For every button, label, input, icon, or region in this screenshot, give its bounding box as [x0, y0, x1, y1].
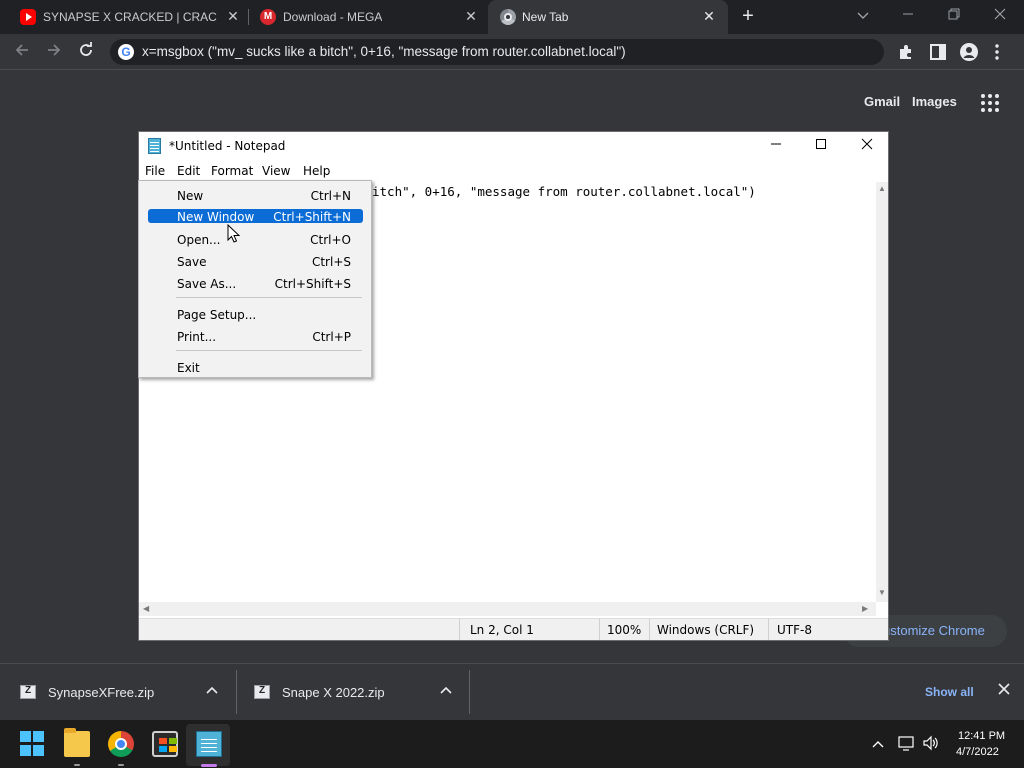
status-separator [649, 619, 650, 640]
zip-file-icon [254, 685, 270, 699]
menu-edit[interactable]: Edit [177, 164, 200, 178]
address-text[interactable]: x=msgbox ("mv_ sucks like a bitch", 0+16… [142, 44, 626, 59]
scroll-down-icon[interactable]: ▼ [878, 588, 886, 597]
forward-icon[interactable] [42, 40, 66, 64]
menu-file[interactable]: File [145, 164, 165, 178]
download-shelf: SynapseXFree.zip Snape X 2022.zip Show a… [0, 663, 1024, 720]
browser-tab-new-tab[interactable]: New Tab ✕ [488, 0, 728, 34]
download-item[interactable]: SynapseXFree.zip [0, 664, 236, 720]
download-separator [469, 670, 470, 714]
youtube-icon [20, 9, 36, 25]
notepad-status-bar: Ln 2, Col 1 100% Windows (CRLF) UTF-8 [139, 618, 888, 640]
menu-help[interactable]: Help [303, 164, 330, 178]
download-filename: Snape X 2022.zip [282, 685, 385, 700]
status-separator [459, 619, 460, 640]
windows-start-icon[interactable] [20, 731, 46, 757]
file-explorer-icon[interactable] [64, 728, 90, 757]
show-all-downloads-link[interactable]: Show all [925, 685, 974, 699]
tab-close-icon[interactable]: ✕ [226, 9, 240, 23]
menu-view[interactable]: View [262, 164, 290, 178]
file-menu-dropdown: New Ctrl+N New Window Ctrl+Shift+N Open.… [138, 180, 372, 378]
menu-separator [176, 297, 362, 298]
tab-title: Download - MEGA [283, 10, 383, 24]
notepad-taskbar-icon[interactable] [196, 731, 222, 757]
menu-format[interactable]: Format [211, 164, 253, 178]
more-menu-icon[interactable] [994, 43, 1012, 61]
notepad-text: itch", 0+16, "message from router.collab… [372, 184, 756, 199]
notepad-close-icon[interactable] [844, 132, 890, 160]
menu-separator [176, 350, 362, 351]
menu-item-save[interactable]: Save Ctrl+S [148, 254, 363, 269]
clock-time[interactable]: 12:41 PM [958, 730, 1005, 742]
tab-title: New Tab [522, 10, 569, 24]
zip-file-icon [20, 685, 36, 699]
menu-item-new[interactable]: New Ctrl+N [148, 188, 363, 203]
chevron-up-icon[interactable] [440, 683, 452, 697]
menu-item-page-setup[interactable]: Page Setup... [148, 307, 363, 322]
browser-tab-synapse[interactable]: SYNAPSE X CRACKED | CRACKED ✕ [8, 0, 248, 34]
google-apps-icon[interactable] [981, 94, 999, 112]
tab-close-icon[interactable]: ✕ [702, 9, 716, 23]
running-indicator [74, 764, 80, 766]
download-item[interactable]: Snape X 2022.zip [237, 664, 469, 720]
images-link[interactable]: Images [912, 94, 957, 109]
notepad-maximize-icon[interactable] [798, 132, 844, 160]
close-shelf-icon[interactable] [998, 682, 1010, 699]
mega-icon: M [260, 9, 276, 25]
scroll-right-icon[interactable]: ▶ [862, 604, 868, 613]
tab-close-icon[interactable]: ✕ [464, 9, 478, 23]
restore-icon[interactable] [944, 6, 964, 26]
side-panel-icon[interactable] [929, 43, 947, 61]
clock-date[interactable]: 4/7/2022 [956, 746, 999, 758]
volume-icon[interactable] [922, 735, 940, 754]
menu-item-print[interactable]: Print... Ctrl+P [148, 329, 363, 344]
chevron-up-tray-icon[interactable] [872, 735, 884, 751]
scroll-left-icon[interactable]: ◀ [143, 604, 149, 613]
status-encoding: UTF-8 [777, 623, 812, 637]
notepad-icon [148, 138, 161, 154]
download-filename: SynapseXFree.zip [48, 685, 155, 700]
chrome-taskbar-icon[interactable] [108, 731, 134, 757]
status-position: Ln 2, Col 1 [470, 623, 534, 637]
notepad-menu-bar: File Edit Format View Help [139, 160, 888, 182]
reload-icon[interactable] [74, 40, 98, 64]
mouse-cursor-icon [227, 223, 241, 244]
back-icon[interactable] [10, 40, 34, 64]
menu-item-exit[interactable]: Exit [148, 360, 363, 375]
status-line-ending: Windows (CRLF) [657, 623, 755, 637]
chevron-up-icon[interactable] [206, 683, 218, 697]
menu-item-save-as[interactable]: Save As... Ctrl+Shift+S [148, 276, 363, 291]
microsoft-store-icon[interactable] [152, 731, 178, 757]
status-zoom: 100% [607, 623, 642, 637]
notepad-minimize-icon[interactable] [753, 132, 799, 160]
status-separator [768, 619, 769, 640]
google-icon: G [118, 44, 134, 60]
notepad-title: *Untitled - Notepad [169, 139, 286, 153]
close-window-icon[interactable] [990, 6, 1010, 26]
scroll-up-icon[interactable]: ▲ [878, 184, 886, 193]
menu-item-open[interactable]: Open... Ctrl+O [148, 232, 363, 247]
browser-tab-strip: SYNAPSE X CRACKED | CRACKED ✕ M Download… [0, 0, 1024, 34]
customize-chrome-label: ustomize Chrome [883, 623, 985, 638]
browser-tab-mega[interactable]: M Download - MEGA ✕ [248, 0, 488, 34]
status-separator [599, 619, 600, 640]
menu-item-new-window[interactable]: New Window Ctrl+Shift+N [148, 209, 363, 224]
tab-title: SYNAPSE X CRACKED | CRACKED [43, 10, 217, 24]
gmail-link[interactable]: Gmail [864, 94, 900, 109]
running-indicator [118, 764, 124, 766]
tab-search-chevron-icon[interactable] [853, 6, 873, 26]
active-indicator [201, 764, 217, 767]
extensions-icon[interactable] [897, 43, 915, 61]
minimize-icon[interactable] [898, 6, 918, 26]
new-tab-button[interactable]: + [738, 6, 758, 26]
windows-taskbar: 12:41 PM 4/7/2022 [0, 720, 1024, 768]
network-icon[interactable] [898, 735, 916, 754]
browser-toolbar: G x=msgbox ("mv_ sucks like a bitch", 0+… [0, 34, 1024, 70]
vertical-scrollbar[interactable]: ▲ ▼ [876, 182, 888, 602]
horizontal-scrollbar[interactable]: ◀ ▶ [139, 602, 876, 616]
address-bar[interactable]: G x=msgbox ("mv_ sucks like a bitch", 0+… [110, 39, 884, 65]
profile-icon[interactable] [960, 43, 978, 61]
notepad-title-bar[interactable]: *Untitled - Notepad [139, 132, 888, 160]
chrome-icon [500, 9, 516, 25]
